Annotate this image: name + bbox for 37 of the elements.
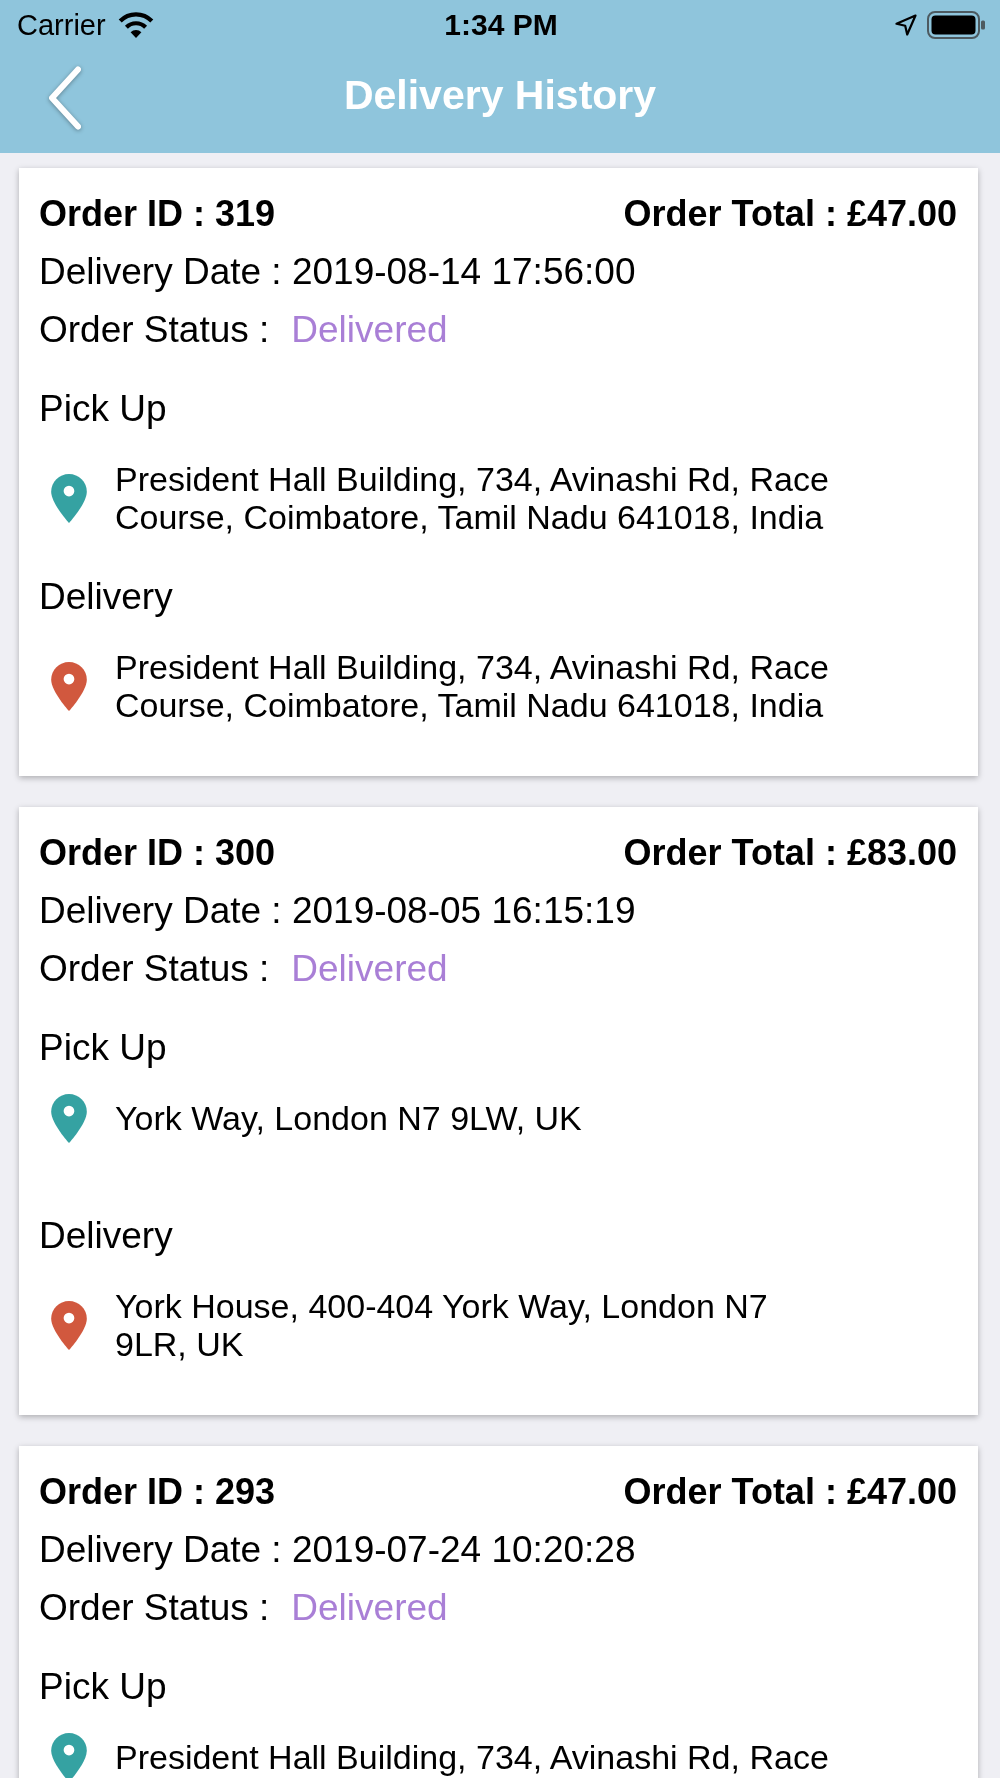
section-heading: Delivery (39, 575, 173, 619)
section-heading: Pick Up (39, 387, 167, 431)
address-text: President Hall Building, 734, Avinashi Rd, Race Course, Coimbatore, Tamil Nadu 641018, India (115, 460, 830, 536)
status-value: Delivered (291, 947, 448, 991)
order-id-text: Order ID : 293 (39, 1470, 276, 1514)
delivery-date-text: Delivery Date : 2019-07-24 10:20:28 (39, 1528, 637, 1572)
delivery-date-text: Delivery Date : 2019-08-05 16:15:19 (39, 889, 637, 933)
clock-time: 1:34 PM (444, 8, 558, 42)
map-pin-icon (51, 1300, 87, 1350)
order-total-text: Order Total : £83.00 (623, 831, 957, 875)
status-label: Order Status : (39, 1586, 270, 1630)
status-value: Delivered (291, 1586, 448, 1630)
map-pin-icon (51, 1093, 87, 1143)
status-label: Order Status : (39, 947, 270, 991)
back-button[interactable] (48, 65, 82, 130)
address-text: York House, 400-404 York Way, London N7 9LR, UK (115, 1287, 769, 1363)
order-id-text: Order ID : 300 (39, 831, 276, 875)
wifi-icon (117, 12, 154, 38)
order-id-text: Order ID : 319 (39, 192, 276, 236)
screen-title: Delivery History (343, 70, 657, 119)
section-heading: Pick Up (39, 1665, 167, 1709)
status-value: Delivered (291, 308, 448, 352)
order-total-text: Order Total : £47.00 (623, 1470, 957, 1514)
order-total-text: Order Total : £47.00 (623, 192, 957, 236)
map-pin-icon (51, 473, 87, 523)
map-pin-icon (51, 661, 87, 711)
delivery-date-text: Delivery Date : 2019-08-14 17:56:00 (39, 250, 637, 294)
chevron-left-icon (48, 65, 82, 130)
section-heading: Delivery (39, 1214, 173, 1258)
address-text: President Hall Building, 734, Avinashi Rd, Race Course, Coimbatore, Tamil Nadu 641018, India (115, 648, 830, 724)
address-text: York Way, London N7 9LW, UK (115, 1099, 582, 1137)
location-arrow-icon (895, 14, 917, 36)
carrier-label: Carrier (17, 8, 106, 42)
status-label: Order Status : (39, 308, 270, 352)
address-text: President Hall Building, 734, Avinashi Rd, Race (115, 1738, 829, 1776)
battery-icon (927, 11, 985, 39)
section-heading: Pick Up (39, 1026, 167, 1070)
